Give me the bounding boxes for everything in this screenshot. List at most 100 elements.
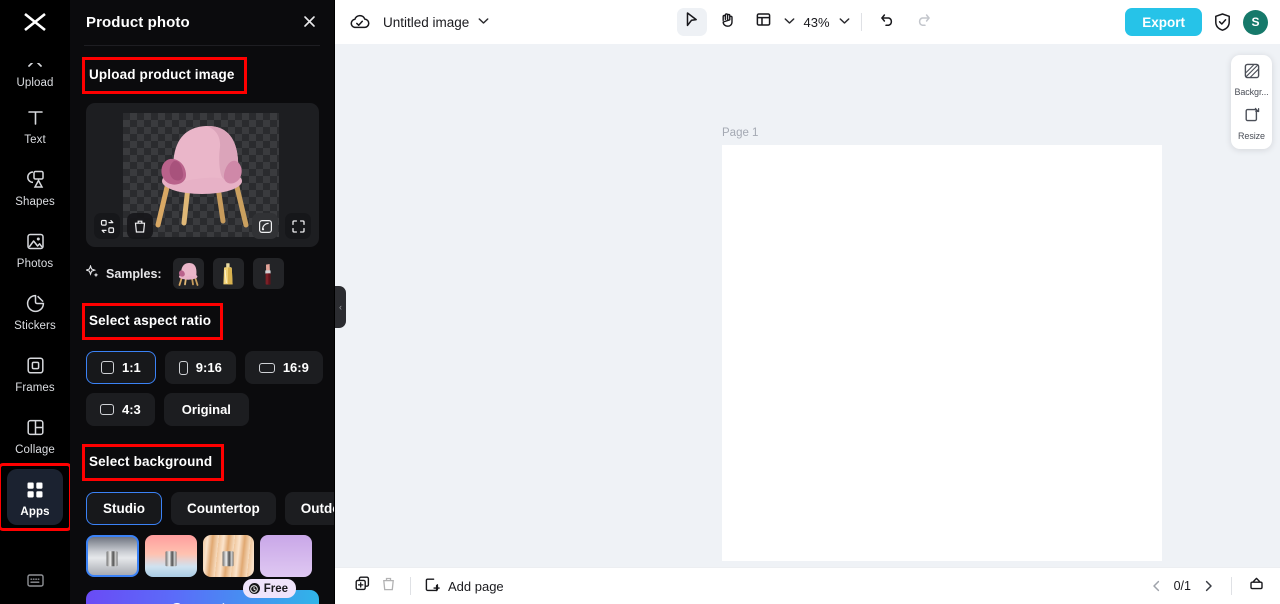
- avatar-initial: S: [1251, 15, 1260, 29]
- pages-panel-button[interactable]: [1243, 574, 1269, 598]
- hand-icon: [719, 11, 736, 33]
- aspect-ratio-label: 4:3: [122, 402, 141, 417]
- zoom-chevron-down-icon[interactable]: [839, 16, 850, 28]
- bottom-divider-2: [1231, 577, 1232, 595]
- pan-tool[interactable]: [712, 8, 742, 36]
- upload-section-highlight: Upload product image: [82, 57, 318, 94]
- sample-armchair[interactable]: [172, 258, 204, 289]
- sidebar-item-text[interactable]: Text: [0, 94, 70, 156]
- page-nav: 0/1: [1145, 574, 1269, 598]
- close-icon[interactable]: [299, 12, 320, 34]
- bg-studio-purple[interactable]: [260, 535, 312, 577]
- rail-item-list: Upload Text Shapes Photos Stickers Frame…: [0, 44, 70, 531]
- toolbar-divider: [860, 13, 862, 31]
- sample-lipstick[interactable]: [252, 258, 284, 289]
- replace-image-icon[interactable]: [94, 213, 120, 239]
- text-icon: [25, 104, 46, 130]
- keyboard-shortcuts-icon[interactable]: [26, 572, 45, 594]
- canvas-area[interactable]: Page 1 Backgr... Resize: [335, 44, 1280, 567]
- sidebar-item-upload[interactable]: Upload: [0, 44, 70, 94]
- pages-panel-icon: [1248, 575, 1265, 597]
- delete-image-icon[interactable]: [127, 213, 153, 239]
- panel-header: Product photo: [70, 0, 334, 45]
- lamp-preview-icon: [165, 551, 177, 567]
- aspect-ratio-16-9[interactable]: 16:9: [244, 351, 323, 384]
- layout-chevron-down-icon[interactable]: [783, 16, 794, 28]
- background-tab-outdoor[interactable]: Outdoor: [284, 492, 334, 525]
- right-dock: Backgr... Resize: [1231, 55, 1272, 149]
- panel-divider: [84, 45, 320, 46]
- background-tab-studio[interactable]: Studio: [86, 492, 162, 525]
- bg-studio-wood-drape[interactable]: [202, 535, 255, 577]
- export-button-label: Export: [1142, 14, 1185, 30]
- dock-item-label: Backgr...: [1234, 87, 1269, 97]
- crop-expand-icon[interactable]: [285, 213, 311, 239]
- aspect-ratio-4-3[interactable]: 4:3: [86, 393, 155, 426]
- document-title[interactable]: Untitled image: [383, 15, 469, 30]
- layout-tool[interactable]: [748, 8, 778, 36]
- next-page-button[interactable]: [1196, 574, 1220, 598]
- toolbar-right: Export S: [1125, 8, 1268, 36]
- avatar[interactable]: S: [1243, 9, 1268, 35]
- sidebar-item-stickers[interactable]: Stickers: [0, 280, 70, 342]
- shield-check-icon[interactable]: [1213, 12, 1232, 32]
- apps-grid-icon: [25, 477, 45, 503]
- lamp-preview-icon: [222, 551, 234, 567]
- redo-button[interactable]: [909, 8, 939, 36]
- preview-toolbar: [94, 213, 311, 239]
- background-section-label: Select background: [89, 454, 213, 469]
- sidebar-item-label: Collage: [15, 444, 55, 456]
- background-swatch-icon: [1243, 62, 1261, 85]
- sidebar-item-photos[interactable]: Photos: [0, 218, 70, 280]
- sidebar-item-label: Photos: [16, 258, 54, 270]
- add-page-button[interactable]: Add page: [424, 576, 504, 596]
- sidebar-item-collage[interactable]: Collage: [0, 404, 70, 466]
- page-canvas[interactable]: [722, 145, 1162, 561]
- portrait-glyph: [178, 360, 188, 375]
- add-page-label: Add page: [448, 578, 504, 594]
- aspect-ratio-row-2: 4:3 Original: [86, 393, 318, 426]
- aspect-ratio-1-1[interactable]: 1:1: [86, 351, 156, 384]
- dock-item-background[interactable]: Backgr...: [1231, 62, 1272, 97]
- aspect-ratio-label: Original: [181, 402, 231, 417]
- aspect-ratio-original[interactable]: Original: [163, 393, 249, 426]
- capcut-logo-icon[interactable]: [0, 0, 70, 44]
- product-image-preview[interactable]: [86, 103, 319, 247]
- lamp-preview-icon: [106, 551, 118, 567]
- rail-bottom: [0, 572, 70, 594]
- select-tool[interactable]: [676, 8, 707, 36]
- sidebar-item-label: Shapes: [15, 196, 55, 208]
- duplicate-page-button[interactable]: [349, 574, 375, 598]
- erase-background-icon[interactable]: [252, 213, 278, 239]
- undo-button[interactable]: [873, 8, 903, 36]
- background-tab-label: Studio: [103, 501, 145, 516]
- free-badge-label: Free: [263, 582, 288, 595]
- chevron-left-icon: ‹: [339, 302, 342, 312]
- left-tool-rail: Upload Text Shapes Photos Stickers Frame…: [0, 0, 70, 604]
- prev-page-button[interactable]: [1145, 574, 1169, 598]
- cloud-saved-icon[interactable]: [349, 13, 370, 31]
- aspect-ratio-9-16[interactable]: 9:16: [164, 351, 236, 384]
- product-photo-panel: Product photo Upload product image Sampl…: [70, 0, 335, 604]
- dock-item-resize[interactable]: Resize: [1231, 106, 1272, 141]
- collage-icon: [25, 414, 46, 440]
- bg-studio-pink-sunset[interactable]: [144, 535, 197, 577]
- bg-studio-gray[interactable]: [86, 535, 139, 577]
- background-tab-countertop[interactable]: Countertop: [171, 492, 276, 525]
- sidebar-item-label: Stickers: [14, 320, 56, 332]
- undo-icon: [879, 11, 896, 33]
- chevron-down-icon[interactable]: [478, 16, 489, 28]
- photos-icon: [25, 228, 46, 254]
- sidebar-item-label: Text: [24, 134, 46, 146]
- delete-page-button[interactable]: [375, 574, 401, 598]
- export-button[interactable]: Export: [1125, 8, 1202, 36]
- stickers-icon: [25, 290, 46, 316]
- sidebar-item-frames[interactable]: Frames: [0, 342, 70, 404]
- sidebar-item-apps[interactable]: Apps: [0, 463, 70, 531]
- duplicate-page-icon: [354, 575, 371, 597]
- sidebar-item-shapes[interactable]: Shapes: [0, 156, 70, 218]
- samples-row: Samples:: [84, 258, 318, 289]
- panel-collapse-handle[interactable]: ‹: [335, 286, 346, 328]
- sample-perfume[interactable]: [212, 258, 244, 289]
- zoom-level[interactable]: 43%: [803, 15, 829, 30]
